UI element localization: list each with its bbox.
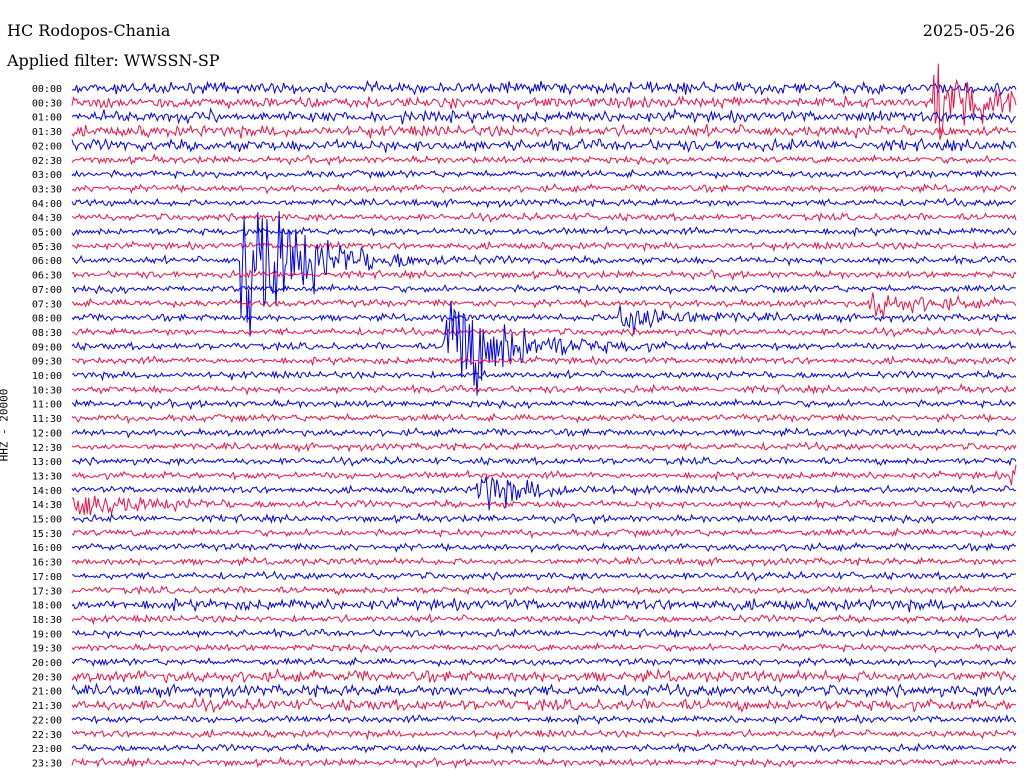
row-time-label: 01:00 (32, 113, 62, 124)
trace-row-2300 (71, 742, 1017, 755)
trace-row-0300 (71, 168, 1017, 181)
row-time-label: 21:00 (32, 687, 62, 698)
trace-row-0930 (71, 355, 1017, 367)
row-time-label: 20:30 (32, 672, 62, 683)
row-time-label: 17:30 (32, 586, 62, 597)
trace-row-0900 (71, 301, 1017, 396)
trace-row-0500 (71, 225, 1017, 238)
trace-row-1100 (71, 397, 1017, 411)
trace-row-1730 (71, 584, 1017, 596)
row-time-label: 07:00 (32, 285, 62, 296)
row-time-label: 21:30 (32, 701, 62, 712)
row-time-label: 22:30 (32, 730, 62, 741)
row-time-label: 19:30 (32, 644, 62, 655)
trace-row-0530 (71, 240, 1017, 253)
trace-row-2230 (71, 727, 1017, 741)
trace-row-0000 (71, 79, 1017, 96)
row-time-label: 08:00 (32, 314, 62, 325)
row-time-label: 04:00 (32, 199, 62, 210)
row-time-label: 14:30 (32, 500, 62, 511)
row-time-label: 17:00 (32, 572, 62, 583)
trace-row-1430 (71, 495, 1017, 516)
trace-row-1500 (71, 512, 1017, 526)
trace-row-0730 (71, 292, 1017, 318)
row-time-label: 15:30 (32, 529, 62, 540)
row-time-label: 20:00 (32, 658, 62, 669)
trace-row-0400 (71, 197, 1017, 209)
row-time-label: 06:30 (32, 271, 62, 282)
row-time-label: 05:00 (32, 228, 62, 239)
trace-row-1030 (71, 382, 1017, 396)
row-time-label: 06:00 (32, 256, 62, 267)
trace-row-0700 (71, 283, 1017, 296)
row-time-label: 10:00 (32, 371, 62, 382)
row-time-label: 23:00 (32, 744, 62, 755)
row-time-label: 04:30 (32, 213, 62, 224)
row-time-label: 10:30 (32, 385, 62, 396)
row-time-label: 15:00 (32, 515, 62, 526)
row-time-label: 12:00 (32, 428, 62, 439)
row-time-label: 03:30 (32, 184, 62, 195)
row-time-label: 12:30 (32, 443, 62, 454)
trace-row-1330 (71, 464, 1017, 486)
trace-row-0330 (71, 182, 1017, 195)
row-time-label: 05:30 (32, 242, 62, 253)
row-time-label: 16:30 (32, 558, 62, 569)
trace-row-0200 (71, 137, 1017, 153)
trace-row-1300 (71, 455, 1017, 467)
row-time-label: 09:00 (32, 342, 62, 353)
row-time-label: 11:00 (32, 400, 62, 411)
trace-row-2130 (71, 697, 1017, 713)
row-time-label: 14:00 (32, 486, 62, 497)
trace-row-1200 (71, 426, 1017, 439)
trace-row-1530 (71, 527, 1017, 539)
row-time-label: 07:30 (32, 299, 62, 310)
row-time-label: 00:30 (32, 98, 62, 109)
trace-row-2330 (71, 756, 1017, 769)
row-time-label: 02:30 (32, 156, 62, 167)
row-time-label: 01:30 (32, 127, 62, 138)
row-time-label: 13:00 (32, 457, 62, 468)
row-time-label: 18:30 (32, 615, 62, 626)
trace-row-0100 (71, 107, 1017, 125)
trace-row-0630 (71, 268, 1017, 282)
row-time-label: 18:00 (32, 601, 62, 612)
trace-row-1930 (71, 641, 1017, 654)
trace-row-2100 (71, 682, 1017, 700)
trace-row-1600 (71, 541, 1017, 554)
row-time-label: 16:00 (32, 543, 62, 554)
row-time-label: 22:00 (32, 715, 62, 726)
trace-row-1230 (71, 441, 1017, 453)
row-time-label: 13:30 (32, 471, 62, 482)
trace-row-0430 (71, 211, 1017, 223)
trace-row-1830 (71, 613, 1017, 626)
helicorder-plot: 00:00 00:30 01:00 01:30 02:00 02:30 03:00 03:30… (32, 63, 1017, 769)
trace-row-0230 (71, 153, 1017, 167)
row-time-label: 08:30 (32, 328, 62, 339)
trace-row-2000 (71, 656, 1017, 669)
trace-row-1700 (71, 570, 1016, 582)
trace-row-0830 (71, 326, 1017, 338)
trace-row-1800 (71, 595, 1017, 613)
trace-row-2030 (71, 667, 1017, 684)
trace-row-1000 (71, 369, 1017, 382)
row-time-label: 00:00 (32, 84, 62, 95)
row-time-label: 11:30 (32, 414, 62, 425)
row-time-label: 23:30 (32, 758, 62, 769)
row-time-label: 02:00 (32, 141, 62, 152)
trace-row-0130 (71, 123, 1017, 139)
row-time-label: 03:00 (32, 170, 62, 181)
trace-row-1900 (71, 626, 1017, 640)
row-time-labels: 00:00 00:30 01:00 01:30 02:00 02:30 03:00 03:30… (32, 84, 62, 769)
row-time-label: 19:00 (32, 629, 62, 640)
trace-row-1130 (71, 412, 1017, 425)
row-time-label: 09:30 (32, 357, 62, 368)
trace-row-2200 (71, 713, 1017, 726)
trace-row-1630 (71, 556, 1017, 568)
